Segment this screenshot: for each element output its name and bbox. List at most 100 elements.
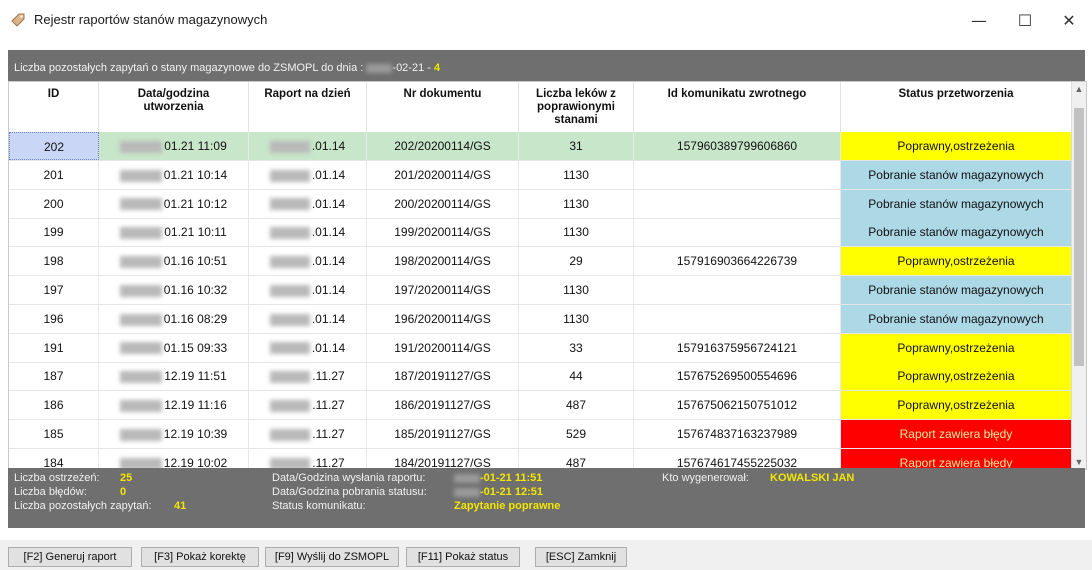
- cell-id[interactable]: 200: [9, 189, 99, 218]
- cell-created[interactable]: 01.21 10:14: [99, 160, 249, 189]
- cell-doc-number[interactable]: 185/20191127/GS: [367, 420, 519, 448]
- cell-corrected-count[interactable]: 31: [519, 132, 634, 160]
- table-row[interactable]: 191 01.15 09:33 .01.14 191/20200114/GS 33 157…: [9, 333, 1072, 363]
- cell-status[interactable]: Pobranie stanów magazynowych: [841, 218, 1072, 247]
- cell-id[interactable]: 186: [9, 391, 99, 420]
- cell-message-id[interactable]: [634, 218, 841, 247]
- cell-corrected-count[interactable]: 1130: [519, 189, 634, 218]
- cell-id[interactable]: 184: [9, 448, 99, 469]
- cell-status[interactable]: Raport zawiera błędy: [841, 448, 1072, 469]
- close-dialog-button[interactable]: [ESC] Zamknij: [535, 547, 627, 567]
- cell-created[interactable]: 01.16 08:29: [99, 304, 249, 333]
- cell-report-day[interactable]: .11.27: [249, 391, 367, 420]
- cell-doc-number[interactable]: 197/20200114/GS: [367, 276, 519, 304]
- cell-message-id[interactable]: 157916375956724121: [634, 333, 841, 362]
- show-correction-button[interactable]: [F3] Pokaż korektę: [141, 547, 259, 567]
- cell-report-day[interactable]: .11.27: [249, 362, 367, 391]
- cell-status[interactable]: Poprawny,ostrzeżenia: [841, 333, 1072, 362]
- cell-id[interactable]: 201: [9, 160, 99, 189]
- cell-corrected-count[interactable]: 44: [519, 362, 634, 391]
- cell-doc-number[interactable]: 191/20200114/GS: [367, 333, 519, 362]
- cell-id[interactable]: 185: [9, 420, 99, 448]
- table-row[interactable]: 196 01.16 08:29 .01.14 196/20200114/GS 1130 P…: [9, 304, 1072, 334]
- vertical-scrollbar[interactable]: ▲ ▼: [1071, 82, 1086, 469]
- cell-doc-number[interactable]: 186/20191127/GS: [367, 391, 519, 420]
- cell-corrected-count[interactable]: 1130: [519, 160, 634, 189]
- table-row[interactable]: 201 01.21 10:14 .01.14 201/20200114/GS 1130 P…: [9, 160, 1072, 190]
- cell-id[interactable]: 187: [9, 362, 99, 391]
- cell-report-day[interactable]: .01.14: [249, 218, 367, 247]
- cell-doc-number[interactable]: 198/20200114/GS: [367, 247, 519, 276]
- table-row[interactable]: 197 01.16 10:32 .01.14 197/20200114/GS 1130 P…: [9, 276, 1072, 305]
- reports-table[interactable]: ID Data/godzina utworzenia Raport na dzi…: [8, 81, 1087, 470]
- cell-message-id[interactable]: [634, 189, 841, 218]
- column-header-message-id[interactable]: Id komunikatu zwrotnego: [634, 82, 841, 132]
- cell-corrected-count[interactable]: 1130: [519, 304, 634, 333]
- cell-message-id[interactable]: 157960389799606860: [634, 132, 841, 160]
- cell-id[interactable]: 199: [9, 218, 99, 247]
- cell-report-day[interactable]: .11.27: [249, 448, 367, 469]
- cell-created[interactable]: 12.19 11:51: [99, 362, 249, 391]
- column-header-report-day[interactable]: Raport na dzień: [249, 82, 367, 132]
- send-to-zsmopl-button[interactable]: [F9] Wyślij do ZSMOPL: [265, 547, 399, 567]
- cell-status[interactable]: Pobranie stanów magazynowych: [841, 304, 1072, 333]
- table-row[interactable]: 199 01.21 10:11 .01.14 199/20200114/GS 1130 P…: [9, 218, 1072, 248]
- cell-corrected-count[interactable]: 487: [519, 448, 634, 469]
- column-header-doc-number[interactable]: Nr dokumentu: [367, 82, 519, 132]
- cell-doc-number[interactable]: 202/20200114/GS: [367, 132, 519, 160]
- table-row[interactable]: 202 01.21 11:09 .01.14 202/20200114/GS 31 157…: [9, 132, 1072, 161]
- cell-created[interactable]: 12.19 10:02: [99, 448, 249, 469]
- cell-doc-number[interactable]: 196/20200114/GS: [367, 304, 519, 333]
- cell-doc-number[interactable]: 201/20200114/GS: [367, 160, 519, 189]
- cell-corrected-count[interactable]: 29: [519, 247, 634, 276]
- cell-report-day[interactable]: .11.27: [249, 420, 367, 448]
- table-row[interactable]: 200 01.21 10:12 .01.14 200/20200114/GS 1130 P…: [9, 189, 1072, 219]
- cell-created[interactable]: 01.21 10:11: [99, 218, 249, 247]
- cell-corrected-count[interactable]: 1130: [519, 276, 634, 304]
- cell-created[interactable]: 12.19 11:16: [99, 391, 249, 420]
- cell-status[interactable]: Pobranie stanów magazynowych: [841, 189, 1072, 218]
- cell-report-day[interactable]: .01.14: [249, 132, 367, 160]
- cell-report-day[interactable]: .01.14: [249, 247, 367, 276]
- cell-id[interactable]: 196: [9, 304, 99, 333]
- show-status-button[interactable]: [F11] Pokaż status: [406, 547, 520, 567]
- cell-created[interactable]: 01.15 09:33: [99, 333, 249, 362]
- generate-report-button[interactable]: [F2] Generuj raport: [8, 547, 132, 567]
- cell-message-id[interactable]: 157674837163237989: [634, 420, 841, 448]
- cell-doc-number[interactable]: 187/20191127/GS: [367, 362, 519, 391]
- cell-doc-number[interactable]: 199/20200114/GS: [367, 218, 519, 247]
- cell-message-id[interactable]: 157675269500554696: [634, 362, 841, 391]
- maximize-button[interactable]: ☐: [1002, 0, 1048, 40]
- cell-corrected-count[interactable]: 487: [519, 391, 634, 420]
- cell-report-day[interactable]: .01.14: [249, 333, 367, 362]
- cell-report-day[interactable]: .01.14: [249, 160, 367, 189]
- cell-corrected-count[interactable]: 33: [519, 333, 634, 362]
- column-header-created[interactable]: Data/godzina utworzenia: [99, 82, 249, 132]
- cell-message-id[interactable]: [634, 304, 841, 333]
- cell-doc-number[interactable]: 184/20191127/GS: [367, 448, 519, 469]
- cell-created[interactable]: 01.21 10:12: [99, 189, 249, 218]
- close-window-button[interactable]: ✕: [1046, 0, 1092, 40]
- cell-created[interactable]: 01.21 11:09: [99, 132, 249, 160]
- cell-id[interactable]: 202: [9, 132, 99, 160]
- column-header-id[interactable]: ID: [9, 82, 99, 132]
- table-row[interactable]: 187 12.19 11:51 .11.27 187/20191127/GS 44 157…: [9, 362, 1072, 392]
- cell-message-id[interactable]: [634, 160, 841, 189]
- table-row[interactable]: 198 01.16 10:51 .01.14 198/20200114/GS 29 157…: [9, 247, 1072, 277]
- cell-id[interactable]: 198: [9, 247, 99, 276]
- scroll-down-icon[interactable]: ▼: [1072, 455, 1086, 469]
- cell-created[interactable]: 12.19 10:39: [99, 420, 249, 448]
- cell-id[interactable]: 197: [9, 276, 99, 304]
- cell-status[interactable]: Raport zawiera błędy: [841, 420, 1072, 448]
- cell-report-day[interactable]: .01.14: [249, 304, 367, 333]
- table-row[interactable]: 186 12.19 11:16 .11.27 186/20191127/GS 487 15…: [9, 391, 1072, 421]
- column-header-corrected-count[interactable]: Liczba leków z poprawionymi stanami: [519, 82, 634, 132]
- cell-message-id[interactable]: 157674617455225032: [634, 448, 841, 469]
- cell-id[interactable]: 191: [9, 333, 99, 362]
- cell-message-id[interactable]: [634, 276, 841, 304]
- cell-status[interactable]: Poprawny,ostrzeżenia: [841, 132, 1072, 160]
- cell-created[interactable]: 01.16 10:51: [99, 247, 249, 276]
- minimize-button[interactable]: —: [956, 0, 1002, 40]
- column-header-status[interactable]: Status przetworzenia: [841, 82, 1072, 132]
- cell-status[interactable]: Poprawny,ostrzeżenia: [841, 391, 1072, 420]
